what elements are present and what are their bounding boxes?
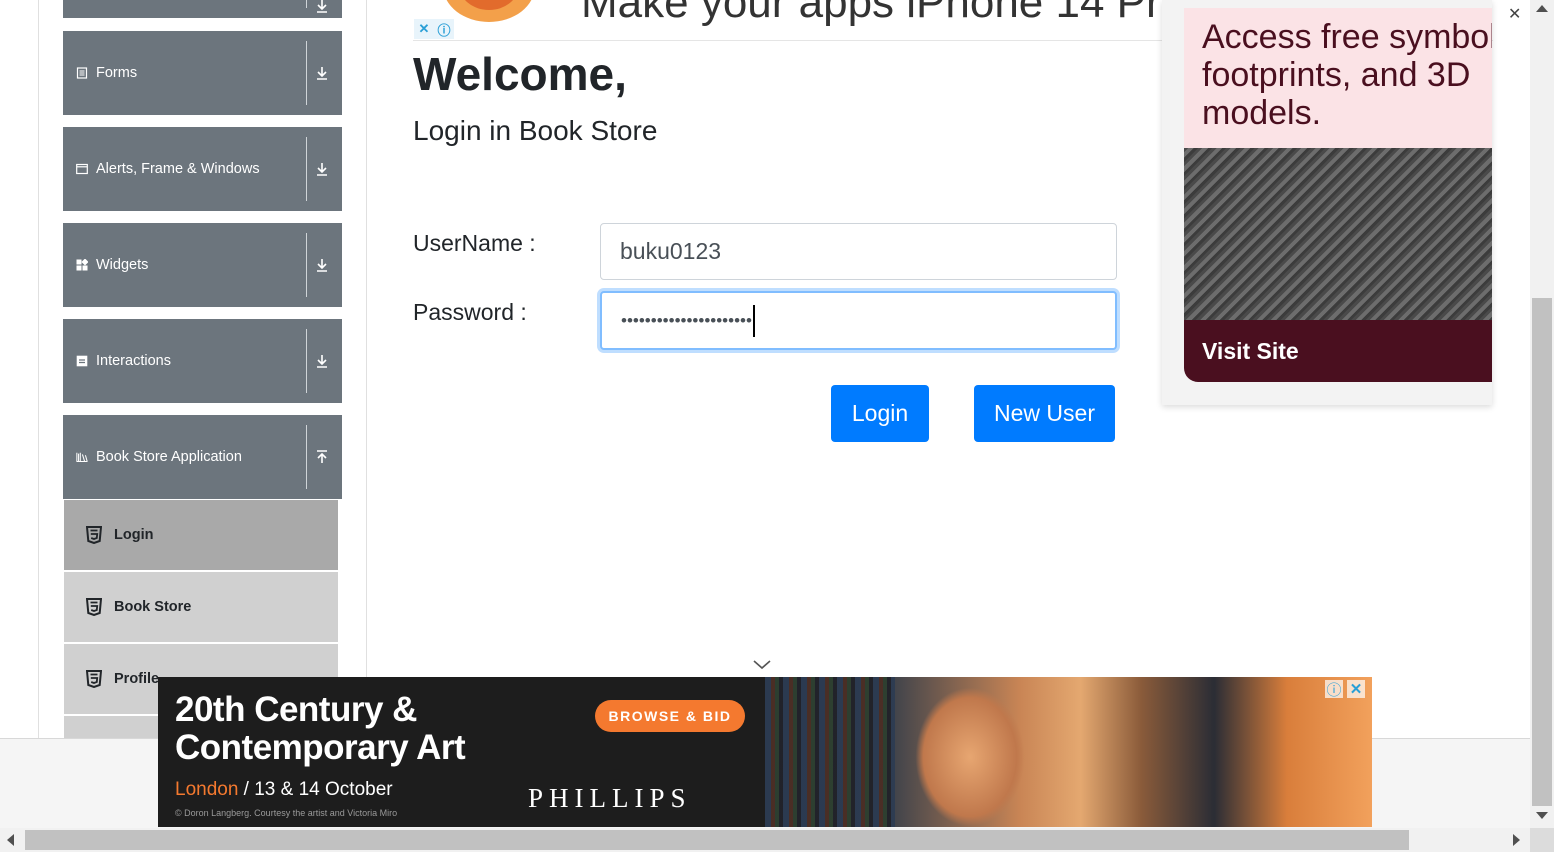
text-caret (752, 304, 755, 337)
ad-headline-line1: 20th Century & (175, 690, 417, 729)
list-icon (76, 67, 88, 79)
sidebar-group-label: Book Store Application (96, 449, 242, 465)
page-title: Welcome, (413, 48, 627, 100)
sidebar-item-label: Login (114, 527, 154, 543)
circuit-board-image (1184, 148, 1492, 320)
sidebar-item-book-store[interactable]: Book Store (64, 572, 338, 642)
html5-icon (86, 526, 102, 544)
sidebar-item-label: Profile (114, 671, 160, 687)
right-ad-close-icon[interactable]: ✕ (1508, 4, 1528, 24)
sidebar-group-book-store-application[interactable]: Book Store Application (63, 415, 342, 499)
download-arrow-icon[interactable] (315, 65, 329, 81)
sidebar-left-border (38, 0, 39, 738)
ad-info-icon[interactable]: ⓘ (1325, 680, 1343, 699)
download-arrow-icon[interactable] (315, 0, 329, 14)
page-subtitle: Login in Book Store (413, 115, 658, 146)
browse-bid-button[interactable]: BROWSE & BID (595, 700, 745, 732)
ad-logo-image (443, 0, 535, 22)
scrollbar-corner (1530, 828, 1554, 852)
ad-headline: Make your apps iPhone 14 Pro (581, 0, 1186, 27)
new-user-button[interactable]: New User (974, 385, 1115, 442)
horizontal-scrollbar[interactable] (0, 828, 1530, 852)
username-input[interactable]: buku0123 (600, 223, 1117, 280)
sidebar-group-label: Forms (96, 65, 138, 81)
sidebar-group-elements[interactable] (63, 0, 342, 18)
group-separator (306, 425, 307, 489)
browser-viewport: Forms Alerts, Frame & Windows Widgets In… (0, 0, 1554, 852)
username-value: buku0123 (620, 238, 722, 264)
password-input[interactable]: •••••••••••••••••••••• (600, 291, 1117, 350)
books-icon (76, 451, 88, 463)
group-separator (306, 0, 307, 8)
ad-close-icon[interactable]: ✕ (414, 19, 434, 39)
sidebar-item-label: Book Store (114, 599, 192, 615)
bottom-banner-ad[interactable]: 20th Century & Contemporary Art London /… (158, 677, 1372, 827)
visit-site-button[interactable]: Visit Site (1202, 338, 1299, 365)
right-side-ad[interactable]: Access free symbols, footprints, and 3D … (1162, 0, 1492, 405)
sidebar-group-widgets[interactable]: Widgets (63, 223, 342, 307)
ad-location: London / 13 & 14 October (175, 779, 393, 801)
ad-headline: 20th Century & Contemporary Art (175, 690, 466, 767)
login-button[interactable]: Login (831, 385, 929, 442)
group-separator (306, 233, 307, 297)
group-separator (306, 329, 307, 393)
ad-painting-image (765, 677, 1372, 827)
password-value: •••••••••••••••••••••• (621, 310, 752, 330)
window-icon (76, 163, 88, 175)
top-ad-badge: ✕ ⓘ (414, 19, 454, 39)
scroll-left-arrow-icon[interactable] (7, 834, 14, 846)
ad-dates: / 13 & 14 October (238, 779, 393, 800)
ad-info-icon[interactable]: ⓘ (434, 19, 454, 39)
sidebar-right-border (366, 0, 367, 738)
vertical-scrollbar[interactable] (1530, 0, 1554, 828)
download-arrow-icon[interactable] (315, 161, 329, 177)
vertical-scroll-thumb[interactable] (1532, 298, 1552, 806)
ad-brand-logo: PHILLIPS (528, 783, 692, 813)
html5-icon (86, 670, 102, 688)
ad-headline: Access free symbols, footprints, and 3D … (1202, 18, 1492, 132)
scroll-right-arrow-icon[interactable] (1513, 834, 1520, 846)
download-arrow-icon[interactable] (315, 257, 329, 273)
sidebar-item-login[interactable]: Login (64, 500, 338, 570)
ad-credit: © Doron Langberg. Courtesy the artist an… (175, 808, 398, 818)
sidebar-group-label: Alerts, Frame & Windows (96, 161, 260, 177)
sidebar-group-label: Interactions (96, 353, 171, 369)
sidebar-group-interactions[interactable]: Interactions (63, 319, 342, 403)
chevron-down-icon[interactable] (752, 658, 772, 672)
interaction-icon (76, 355, 88, 367)
scroll-down-arrow-icon[interactable] (1536, 812, 1548, 819)
sidebar-group-forms[interactable]: Forms (63, 31, 342, 115)
username-label: UserName : (413, 230, 536, 256)
sidebar-group-alerts[interactable]: Alerts, Frame & Windows (63, 127, 342, 211)
ad-city: London (175, 779, 239, 800)
ad-headline-line2: Contemporary Art (175, 728, 466, 767)
scroll-up-arrow-icon[interactable] (1536, 5, 1548, 12)
sidebar-group-label: Widgets (96, 257, 149, 273)
ad-close-icon[interactable]: ✕ (1347, 680, 1365, 698)
html5-icon (86, 598, 102, 616)
grid-icon (76, 259, 88, 271)
upload-arrow-icon[interactable] (315, 449, 329, 465)
group-separator (306, 41, 307, 105)
group-separator (306, 137, 307, 201)
bottom-ad-badge: ⓘ ✕ (1325, 680, 1365, 699)
download-arrow-icon[interactable] (315, 353, 329, 369)
password-label: Password : (413, 299, 527, 325)
horizontal-scroll-thumb[interactable] (25, 830, 1409, 850)
